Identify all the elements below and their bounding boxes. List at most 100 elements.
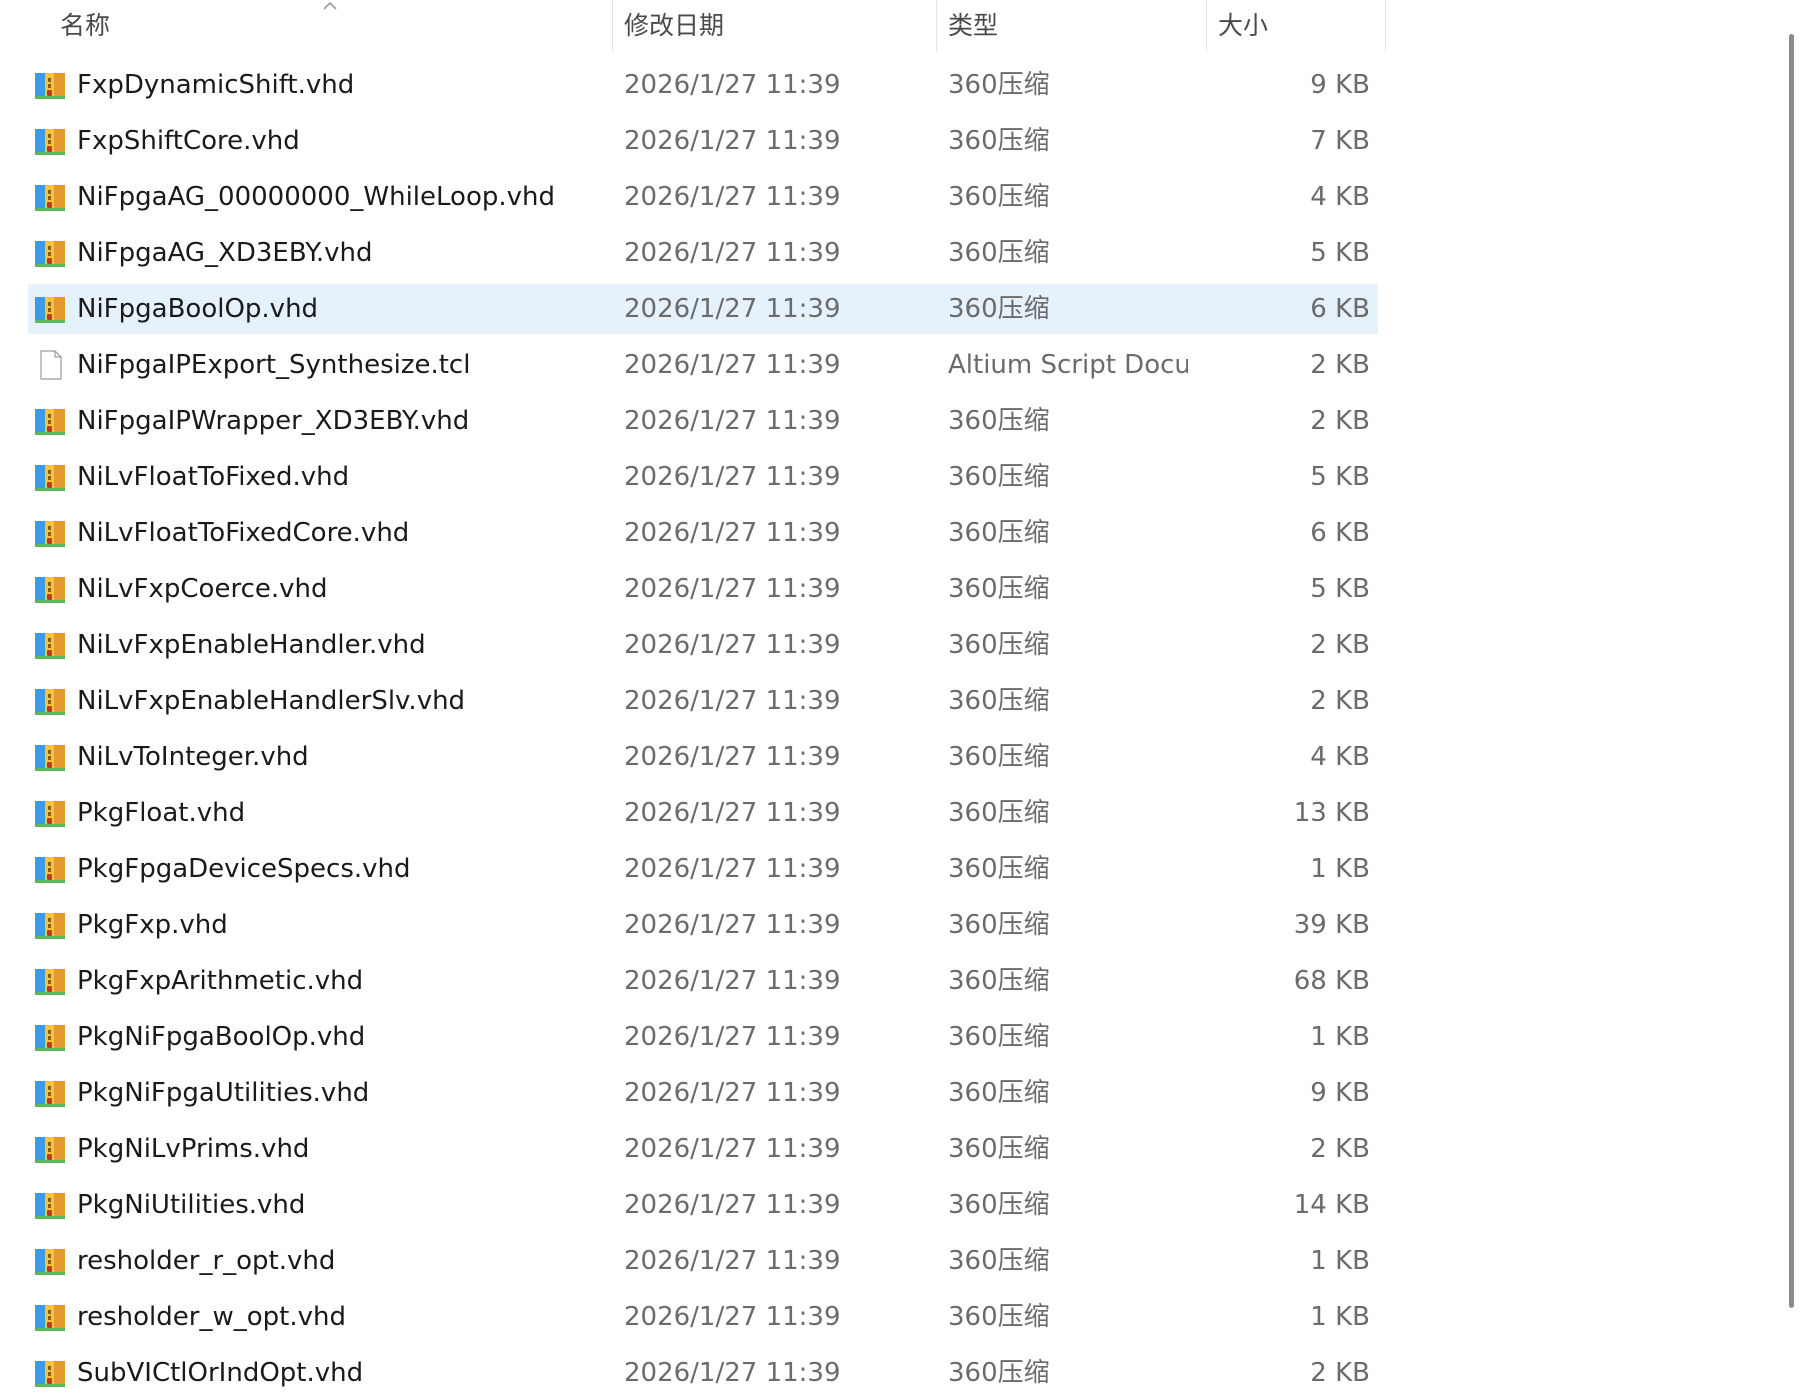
file-row[interactable]: PkgNiFpgaBoolOp.vhd 2026/1/27 11:39 360压缩 1… <box>28 1012 1378 1062</box>
file-row[interactable]: FxpDynamicShift.vhd 2026/1/27 11:39 360压缩 9… <box>28 60 1378 110</box>
file-type: 360压缩 <box>948 574 1050 604</box>
column-divider[interactable] <box>612 0 613 52</box>
column-header: 名称 修改日期 类型 大小 <box>0 0 1386 52</box>
file-modified: 2026/1/27 11:39 <box>624 462 841 492</box>
file-row[interactable]: PkgNiLvPrims.vhd 2026/1/27 11:39 360压缩 2 KB <box>28 1124 1378 1174</box>
file-name: resholder_r_opt.vhd <box>77 1246 336 1276</box>
file-name: PkgFxpArithmetic.vhd <box>77 966 364 996</box>
file-name: PkgNiLvPrims.vhd <box>77 1134 310 1164</box>
file-row[interactable]: PkgFxp.vhd 2026/1/27 11:39 360压缩 39 KB <box>28 900 1378 950</box>
file-modified: 2026/1/27 11:39 <box>624 966 841 996</box>
file-name: NiLvFloatToFixed.vhd <box>77 462 350 492</box>
scrollbar-thumb[interactable] <box>1789 34 1794 1308</box>
file-row[interactable]: PkgFxpArithmetic.vhd 2026/1/27 11:39 360压缩… <box>28 956 1378 1006</box>
file-row[interactable]: PkgFpgaDeviceSpecs.vhd 2026/1/27 11:39 360… <box>28 844 1378 894</box>
archive-icon <box>34 574 66 604</box>
file-type: 360压缩 <box>948 1358 1050 1388</box>
file-row[interactable]: NiLvToInteger.vhd 2026/1/27 11:39 360压缩 4 K… <box>28 732 1378 782</box>
file-type: 360压缩 <box>948 1246 1050 1276</box>
file-name: NiLvFloatToFixedCore.vhd <box>77 518 410 548</box>
file-modified: 2026/1/27 11:39 <box>624 518 841 548</box>
file-size: 5 KB <box>1310 238 1370 268</box>
archive-icon <box>34 406 66 436</box>
file-row[interactable]: PkgNiFpgaUtilities.vhd 2026/1/27 11:39 360… <box>28 1068 1378 1118</box>
file-size: 2 KB <box>1310 1358 1370 1388</box>
file-modified: 2026/1/27 11:39 <box>624 1358 841 1388</box>
file-row[interactable]: FxpShiftCore.vhd 2026/1/27 11:39 360压缩 7 KB <box>28 116 1378 166</box>
column-type-header[interactable]: 类型 <box>948 0 998 52</box>
file-type: 360压缩 <box>948 910 1050 940</box>
file-row[interactable]: NiLvFloatToFixedCore.vhd 2026/1/27 11:39 3… <box>28 508 1378 558</box>
archive-icon <box>34 518 66 548</box>
file-modified: 2026/1/27 11:39 <box>624 742 841 772</box>
document-icon <box>34 350 66 380</box>
column-divider[interactable] <box>1206 0 1207 52</box>
file-modified: 2026/1/27 11:39 <box>624 1022 841 1052</box>
file-row[interactable]: SubVICtlOrIndOpt.vhd 2026/1/27 11:39 360压缩… <box>28 1348 1378 1398</box>
file-row[interactable]: PkgFloat.vhd 2026/1/27 11:39 360压缩 13 KB <box>28 788 1378 838</box>
file-name: NiFpgaBoolOp.vhd <box>77 294 319 324</box>
file-size: 1 KB <box>1310 1246 1370 1276</box>
file-modified: 2026/1/27 11:39 <box>624 126 841 156</box>
sort-ascending-icon <box>323 1 337 10</box>
file-row[interactable]: NiFpgaAG_00000000_WhileLoop.vhd 2026/1/27… <box>28 172 1378 222</box>
file-row[interactable]: NiFpgaIPExport_Synthesize.tcl 2026/1/27 1… <box>28 340 1378 390</box>
file-modified: 2026/1/27 11:39 <box>624 910 841 940</box>
file-type: 360压缩 <box>948 462 1050 492</box>
archive-icon <box>34 1190 66 1220</box>
file-size: 2 KB <box>1310 1134 1370 1164</box>
file-size: 4 KB <box>1310 742 1370 772</box>
archive-icon <box>34 798 66 828</box>
file-size: 9 KB <box>1310 1078 1370 1108</box>
file-modified: 2026/1/27 11:39 <box>624 1190 841 1220</box>
file-modified: 2026/1/27 11:39 <box>624 70 841 100</box>
file-row[interactable]: NiFpgaIPWrapper_XD3EBY.vhd 2026/1/27 11:3… <box>28 396 1378 446</box>
file-size: 2 KB <box>1310 630 1370 660</box>
file-modified: 2026/1/27 11:39 <box>624 294 841 324</box>
file-row[interactable]: resholder_r_opt.vhd 2026/1/27 11:39 360压缩 1… <box>28 1236 1378 1286</box>
file-row[interactable]: NiFpgaBoolOp.vhd 2026/1/27 11:39 360压缩 6 KB <box>28 284 1378 334</box>
file-size: 1 KB <box>1310 854 1370 884</box>
file-name: FxpDynamicShift.vhd <box>77 70 355 100</box>
file-modified: 2026/1/27 11:39 <box>624 238 841 268</box>
file-type: 360压缩 <box>948 854 1050 884</box>
archive-icon <box>34 910 66 940</box>
archive-icon <box>34 462 66 492</box>
file-type: 360压缩 <box>948 294 1050 324</box>
file-size: 2 KB <box>1310 406 1370 436</box>
file-modified: 2026/1/27 11:39 <box>624 406 841 436</box>
file-modified: 2026/1/27 11:39 <box>624 686 841 716</box>
archive-icon <box>34 854 66 884</box>
file-size: 1 KB <box>1310 1022 1370 1052</box>
file-name: PkgNiUtilities.vhd <box>77 1190 306 1220</box>
column-modified-header[interactable]: 修改日期 <box>624 0 724 52</box>
file-name: SubVICtlOrIndOpt.vhd <box>77 1358 364 1388</box>
archive-icon <box>34 742 66 772</box>
file-row[interactable]: NiLvFloatToFixed.vhd 2026/1/27 11:39 360压缩… <box>28 452 1378 502</box>
file-row[interactable]: PkgNiUtilities.vhd 2026/1/27 11:39 360压缩 14… <box>28 1180 1378 1230</box>
file-name: PkgFloat.vhd <box>77 798 246 828</box>
archive-icon <box>34 1246 66 1276</box>
file-row[interactable]: NiLvFxpEnableHandler.vhd 2026/1/27 11:39 3… <box>28 620 1378 670</box>
file-size: 6 KB <box>1310 518 1370 548</box>
file-size: 6 KB <box>1310 294 1370 324</box>
file-type: 360压缩 <box>948 1078 1050 1108</box>
file-name: PkgFpgaDeviceSpecs.vhd <box>77 854 411 884</box>
file-type: Altium Script Docu... <box>948 350 1188 380</box>
file-row[interactable]: NiLvFxpCoerce.vhd 2026/1/27 11:39 360压缩 5 K… <box>28 564 1378 614</box>
file-name: NiFpgaIPWrapper_XD3EBY.vhd <box>77 406 470 436</box>
file-size: 13 KB <box>1293 798 1370 828</box>
column-name-header[interactable]: 名称 <box>60 0 110 52</box>
file-row[interactable]: resholder_w_opt.vhd 2026/1/27 11:39 360压缩 1… <box>28 1292 1378 1342</box>
file-type: 360压缩 <box>948 686 1050 716</box>
file-row[interactable]: NiFpgaAG_XD3EBY.vhd 2026/1/27 11:39 360压缩 5… <box>28 228 1378 278</box>
archive-icon <box>34 630 66 660</box>
archive-icon <box>34 1078 66 1108</box>
column-size-header[interactable]: 大小 <box>1218 0 1268 52</box>
column-divider[interactable] <box>936 0 937 52</box>
file-name: NiFpgaAG_XD3EBY.vhd <box>77 238 373 268</box>
column-divider[interactable] <box>1385 0 1386 52</box>
file-type: 360压缩 <box>948 1022 1050 1052</box>
file-row[interactable]: NiLvFxpEnableHandlerSlv.vhd 2026/1/27 11:… <box>28 676 1378 726</box>
file-size: 68 KB <box>1293 966 1370 996</box>
